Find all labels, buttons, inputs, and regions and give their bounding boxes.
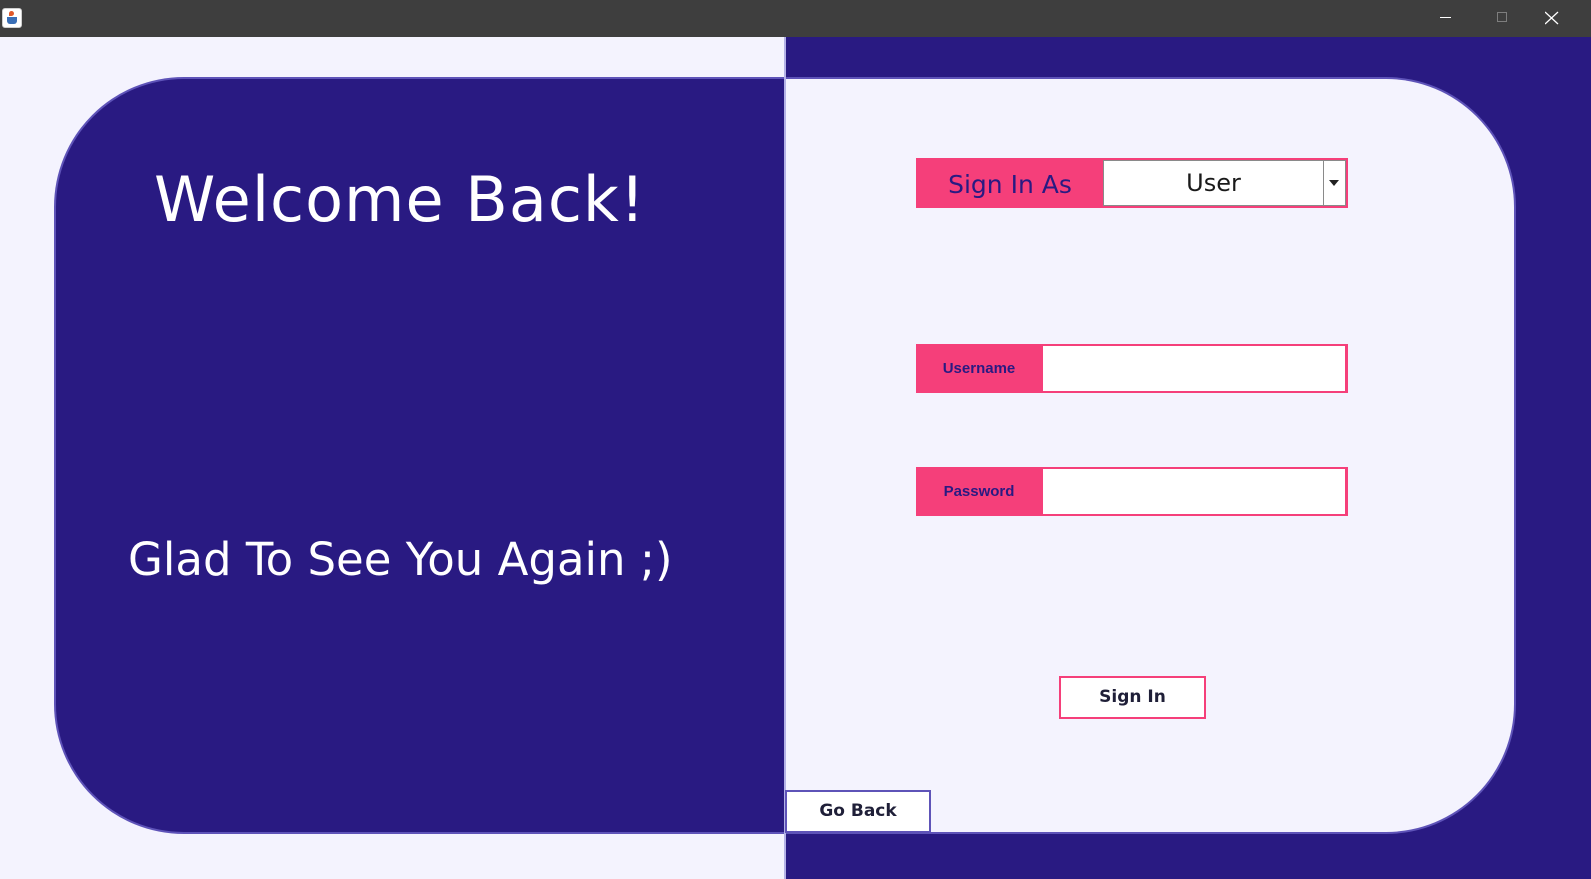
signin-as-row: Sign In As User (916, 158, 1348, 208)
title-bar[interactable] (0, 0, 1591, 37)
welcome-title: Welcome Back! (154, 163, 646, 236)
role-selected-value[interactable]: User (1104, 161, 1323, 205)
chevron-down-icon (1329, 180, 1339, 186)
username-input[interactable] (1043, 346, 1345, 391)
sign-in-button[interactable]: Sign In (1059, 676, 1206, 719)
password-row: Password (916, 467, 1348, 516)
maximize-icon (1497, 12, 1507, 22)
minimize-icon (1440, 17, 1451, 18)
welcome-subtitle: Glad To See You Again ;) (128, 533, 673, 586)
go-back-button[interactable]: Go Back (785, 790, 931, 833)
java-app-icon (2, 8, 22, 28)
password-input[interactable] (1043, 469, 1345, 514)
signin-as-label: Sign In As (948, 170, 1072, 199)
close-icon (1545, 11, 1559, 25)
java-steam-shape (9, 11, 14, 16)
close-button[interactable] (1545, 0, 1591, 37)
minimize-button[interactable] (1430, 0, 1476, 37)
password-label: Password (943, 483, 1015, 500)
username-row: Username (916, 344, 1348, 393)
role-dropdown[interactable]: User (1103, 160, 1346, 206)
java-cup-shape (7, 17, 17, 24)
username-label: Username (942, 360, 1016, 377)
dropdown-arrow-button[interactable] (1323, 161, 1345, 205)
panel-divider (784, 37, 786, 879)
app-window: Welcome Back! Glad To See You Again ;) S… (0, 0, 1591, 879)
maximize-button[interactable] (1487, 0, 1533, 37)
